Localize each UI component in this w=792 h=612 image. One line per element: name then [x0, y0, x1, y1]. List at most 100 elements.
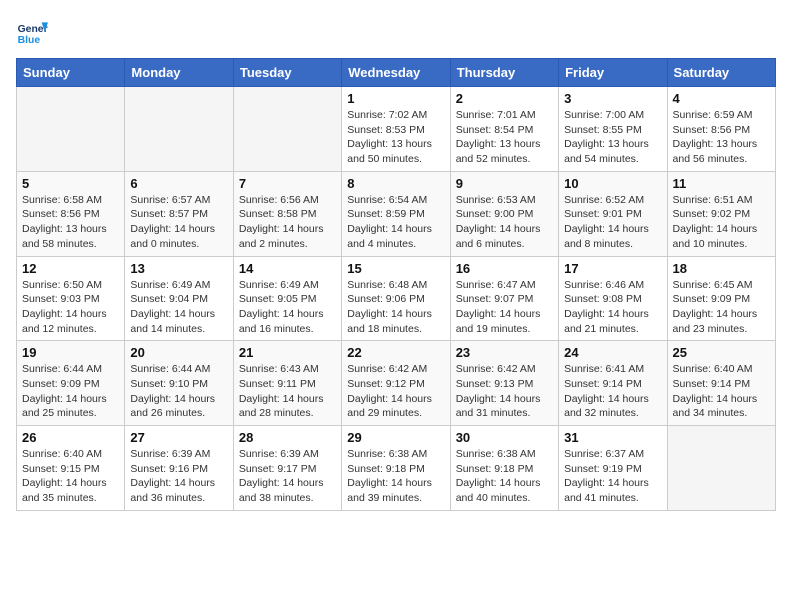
day-number: 20 — [130, 345, 227, 360]
calendar-cell: 12 Sunrise: 6:50 AM Sunset: 9:03 PM Dayl… — [17, 256, 125, 341]
day-info: Sunrise: 6:53 AM Sunset: 9:00 PM Dayligh… — [456, 193, 553, 252]
day-number: 28 — [239, 430, 336, 445]
day-info: Sunrise: 7:02 AM Sunset: 8:53 PM Dayligh… — [347, 108, 444, 167]
day-number: 25 — [673, 345, 770, 360]
calendar-cell: 7 Sunrise: 6:56 AM Sunset: 8:58 PM Dayli… — [233, 171, 341, 256]
day-number: 15 — [347, 261, 444, 276]
day-number: 6 — [130, 176, 227, 191]
calendar-cell: 4 Sunrise: 6:59 AM Sunset: 8:56 PM Dayli… — [667, 87, 775, 172]
calendar-cell: 25 Sunrise: 6:40 AM Sunset: 9:14 PM Dayl… — [667, 341, 775, 426]
logo-icon: General Blue — [16, 16, 48, 48]
calendar-cell: 27 Sunrise: 6:39 AM Sunset: 9:16 PM Dayl… — [125, 426, 233, 511]
week-row-4: 19 Sunrise: 6:44 AM Sunset: 9:09 PM Dayl… — [17, 341, 776, 426]
day-number: 24 — [564, 345, 661, 360]
day-info: Sunrise: 6:45 AM Sunset: 9:09 PM Dayligh… — [673, 278, 770, 337]
day-info: Sunrise: 6:42 AM Sunset: 9:13 PM Dayligh… — [456, 362, 553, 421]
calendar-cell: 14 Sunrise: 6:49 AM Sunset: 9:05 PM Dayl… — [233, 256, 341, 341]
day-number: 9 — [456, 176, 553, 191]
calendar-cell: 9 Sunrise: 6:53 AM Sunset: 9:00 PM Dayli… — [450, 171, 558, 256]
day-number: 4 — [673, 91, 770, 106]
day-number: 10 — [564, 176, 661, 191]
day-number: 12 — [22, 261, 119, 276]
day-number: 16 — [456, 261, 553, 276]
day-info: Sunrise: 6:58 AM Sunset: 8:56 PM Dayligh… — [22, 193, 119, 252]
calendar-cell: 18 Sunrise: 6:45 AM Sunset: 9:09 PM Dayl… — [667, 256, 775, 341]
day-info: Sunrise: 6:37 AM Sunset: 9:19 PM Dayligh… — [564, 447, 661, 506]
week-row-2: 5 Sunrise: 6:58 AM Sunset: 8:56 PM Dayli… — [17, 171, 776, 256]
day-info: Sunrise: 6:59 AM Sunset: 8:56 PM Dayligh… — [673, 108, 770, 167]
weekday-header-saturday: Saturday — [667, 59, 775, 87]
day-info: Sunrise: 6:54 AM Sunset: 8:59 PM Dayligh… — [347, 193, 444, 252]
day-info: Sunrise: 6:39 AM Sunset: 9:17 PM Dayligh… — [239, 447, 336, 506]
calendar-cell: 2 Sunrise: 7:01 AM Sunset: 8:54 PM Dayli… — [450, 87, 558, 172]
calendar-cell: 28 Sunrise: 6:39 AM Sunset: 9:17 PM Dayl… — [233, 426, 341, 511]
weekday-header-friday: Friday — [559, 59, 667, 87]
calendar-cell: 8 Sunrise: 6:54 AM Sunset: 8:59 PM Dayli… — [342, 171, 450, 256]
calendar-cell: 3 Sunrise: 7:00 AM Sunset: 8:55 PM Dayli… — [559, 87, 667, 172]
day-number: 11 — [673, 176, 770, 191]
weekday-header-row: SundayMondayTuesdayWednesdayThursdayFrid… — [17, 59, 776, 87]
day-number: 21 — [239, 345, 336, 360]
day-info: Sunrise: 6:56 AM Sunset: 8:58 PM Dayligh… — [239, 193, 336, 252]
day-info: Sunrise: 7:00 AM Sunset: 8:55 PM Dayligh… — [564, 108, 661, 167]
calendar-cell: 30 Sunrise: 6:38 AM Sunset: 9:18 PM Dayl… — [450, 426, 558, 511]
calendar-cell: 20 Sunrise: 6:44 AM Sunset: 9:10 PM Dayl… — [125, 341, 233, 426]
calendar-cell: 11 Sunrise: 6:51 AM Sunset: 9:02 PM Dayl… — [667, 171, 775, 256]
day-number: 17 — [564, 261, 661, 276]
calendar-table: SundayMondayTuesdayWednesdayThursdayFrid… — [16, 58, 776, 511]
day-info: Sunrise: 6:41 AM Sunset: 9:14 PM Dayligh… — [564, 362, 661, 421]
day-number: 22 — [347, 345, 444, 360]
calendar-cell: 29 Sunrise: 6:38 AM Sunset: 9:18 PM Dayl… — [342, 426, 450, 511]
day-number: 29 — [347, 430, 444, 445]
day-info: Sunrise: 6:44 AM Sunset: 9:10 PM Dayligh… — [130, 362, 227, 421]
calendar-cell — [17, 87, 125, 172]
calendar-cell: 13 Sunrise: 6:49 AM Sunset: 9:04 PM Dayl… — [125, 256, 233, 341]
logo: General Blue — [16, 16, 48, 48]
day-info: Sunrise: 6:40 AM Sunset: 9:15 PM Dayligh… — [22, 447, 119, 506]
day-number: 19 — [22, 345, 119, 360]
calendar-cell: 10 Sunrise: 6:52 AM Sunset: 9:01 PM Dayl… — [559, 171, 667, 256]
svg-text:Blue: Blue — [18, 35, 41, 46]
day-info: Sunrise: 6:57 AM Sunset: 8:57 PM Dayligh… — [130, 193, 227, 252]
day-number: 7 — [239, 176, 336, 191]
day-info: Sunrise: 6:48 AM Sunset: 9:06 PM Dayligh… — [347, 278, 444, 337]
calendar-cell: 17 Sunrise: 6:46 AM Sunset: 9:08 PM Dayl… — [559, 256, 667, 341]
calendar-cell: 24 Sunrise: 6:41 AM Sunset: 9:14 PM Dayl… — [559, 341, 667, 426]
day-number: 26 — [22, 430, 119, 445]
day-number: 23 — [456, 345, 553, 360]
day-info: Sunrise: 6:49 AM Sunset: 9:04 PM Dayligh… — [130, 278, 227, 337]
calendar-cell — [233, 87, 341, 172]
calendar-cell: 21 Sunrise: 6:43 AM Sunset: 9:11 PM Dayl… — [233, 341, 341, 426]
weekday-header-thursday: Thursday — [450, 59, 558, 87]
day-number: 31 — [564, 430, 661, 445]
day-number: 27 — [130, 430, 227, 445]
calendar-cell — [667, 426, 775, 511]
day-info: Sunrise: 6:44 AM Sunset: 9:09 PM Dayligh… — [22, 362, 119, 421]
day-info: Sunrise: 6:46 AM Sunset: 9:08 PM Dayligh… — [564, 278, 661, 337]
calendar-cell: 26 Sunrise: 6:40 AM Sunset: 9:15 PM Dayl… — [17, 426, 125, 511]
day-number: 18 — [673, 261, 770, 276]
day-info: Sunrise: 6:43 AM Sunset: 9:11 PM Dayligh… — [239, 362, 336, 421]
calendar-cell: 22 Sunrise: 6:42 AM Sunset: 9:12 PM Dayl… — [342, 341, 450, 426]
weekday-header-wednesday: Wednesday — [342, 59, 450, 87]
day-info: Sunrise: 7:01 AM Sunset: 8:54 PM Dayligh… — [456, 108, 553, 167]
calendar-cell: 16 Sunrise: 6:47 AM Sunset: 9:07 PM Dayl… — [450, 256, 558, 341]
day-info: Sunrise: 6:38 AM Sunset: 9:18 PM Dayligh… — [456, 447, 553, 506]
calendar-cell: 23 Sunrise: 6:42 AM Sunset: 9:13 PM Dayl… — [450, 341, 558, 426]
week-row-3: 12 Sunrise: 6:50 AM Sunset: 9:03 PM Dayl… — [17, 256, 776, 341]
week-row-5: 26 Sunrise: 6:40 AM Sunset: 9:15 PM Dayl… — [17, 426, 776, 511]
weekday-header-tuesday: Tuesday — [233, 59, 341, 87]
day-info: Sunrise: 6:42 AM Sunset: 9:12 PM Dayligh… — [347, 362, 444, 421]
day-number: 2 — [456, 91, 553, 106]
day-number: 30 — [456, 430, 553, 445]
calendar-cell: 1 Sunrise: 7:02 AM Sunset: 8:53 PM Dayli… — [342, 87, 450, 172]
day-info: Sunrise: 6:39 AM Sunset: 9:16 PM Dayligh… — [130, 447, 227, 506]
calendar-cell: 15 Sunrise: 6:48 AM Sunset: 9:06 PM Dayl… — [342, 256, 450, 341]
day-info: Sunrise: 6:49 AM Sunset: 9:05 PM Dayligh… — [239, 278, 336, 337]
calendar-cell: 19 Sunrise: 6:44 AM Sunset: 9:09 PM Dayl… — [17, 341, 125, 426]
day-info: Sunrise: 6:40 AM Sunset: 9:14 PM Dayligh… — [673, 362, 770, 421]
day-number: 5 — [22, 176, 119, 191]
day-number: 14 — [239, 261, 336, 276]
day-info: Sunrise: 6:50 AM Sunset: 9:03 PM Dayligh… — [22, 278, 119, 337]
day-info: Sunrise: 6:52 AM Sunset: 9:01 PM Dayligh… — [564, 193, 661, 252]
